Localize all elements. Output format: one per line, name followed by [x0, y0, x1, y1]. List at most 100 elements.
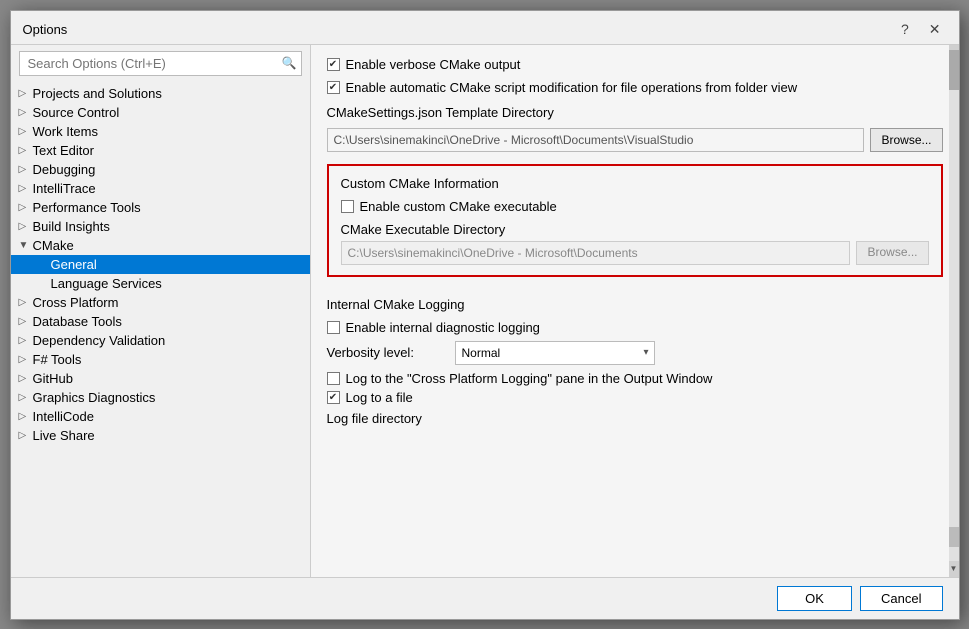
- sidebar-item-label: Dependency Validation: [33, 333, 166, 348]
- enable-logging-label: Enable internal diagnostic logging: [346, 320, 540, 335]
- log-cross-platform-row: Log to the "Cross Platform Logging" pane…: [327, 371, 943, 386]
- verbosity-row: Verbosity level: Normal Verbose Debug: [327, 341, 943, 365]
- sidebar-item-label: Database Tools: [33, 314, 122, 329]
- arrow-icon: ▷: [19, 107, 33, 118]
- exe-dir-browse-button: Browse...: [856, 241, 928, 265]
- content-scrollbar[interactable]: ▲ ▼: [949, 45, 959, 577]
- help-button[interactable]: ?: [895, 19, 915, 39]
- auto-cmake-checkbox[interactable]: [327, 81, 340, 94]
- content-inner: Enable verbose CMake output Enable autom…: [311, 45, 959, 577]
- log-file-label: Log to a file: [346, 390, 413, 405]
- sidebar-item-live-share[interactable]: ▷Live Share: [11, 426, 310, 445]
- content-scrollbar-thumb[interactable]: [949, 50, 959, 90]
- sidebar-item-github[interactable]: ▷GitHub: [11, 369, 310, 388]
- enable-custom-cmake-checkbox[interactable]: [341, 200, 354, 213]
- verbose-cmake-checkbox[interactable]: [327, 58, 340, 71]
- arrow-icon: ▷: [19, 335, 33, 346]
- exe-dir-label: CMake Executable Directory: [341, 222, 929, 237]
- content-panel: Enable verbose CMake output Enable autom…: [311, 45, 959, 577]
- log-dir-label: Log file directory: [327, 411, 422, 426]
- close-button[interactable]: ✕: [923, 19, 947, 40]
- verbosity-select[interactable]: Normal Verbose Debug: [455, 341, 655, 365]
- arrow-icon: ▷: [19, 202, 33, 213]
- ok-button[interactable]: OK: [777, 586, 852, 611]
- logging-title: Internal CMake Logging: [327, 297, 943, 312]
- exe-dir-row: Browse...: [341, 241, 929, 265]
- sidebar-item-cross-platform[interactable]: ▷Cross Platform: [11, 293, 310, 312]
- arrow-icon: ▷: [19, 392, 33, 403]
- arrow-icon: ▷: [19, 145, 33, 156]
- sidebar-item-work-items[interactable]: ▷Work Items: [11, 122, 310, 141]
- sidebar-item-dependency-validation[interactable]: ▷Dependency Validation: [11, 331, 310, 350]
- tree: ▷Projects and Solutions▷Source Control▷W…: [11, 82, 310, 577]
- scroll-down-arrow[interactable]: ▼: [949, 561, 959, 577]
- cancel-button[interactable]: Cancel: [860, 586, 942, 611]
- exe-dir-input: [341, 241, 851, 265]
- verbose-cmake-row: Enable verbose CMake output: [327, 57, 943, 72]
- sidebar-item-database-tools[interactable]: ▷Database Tools: [11, 312, 310, 331]
- sidebar: 🔍 ▷Projects and Solutions▷Source Control…: [11, 45, 311, 577]
- log-cross-platform-checkbox[interactable]: [327, 372, 340, 385]
- verbose-cmake-label: Enable verbose CMake output: [346, 57, 521, 72]
- sidebar-item-debugging[interactable]: ▷Debugging: [11, 160, 310, 179]
- custom-cmake-title: Custom CMake Information: [341, 176, 929, 191]
- sidebar-item-label: Graphics Diagnostics: [33, 390, 156, 405]
- search-box[interactable]: 🔍: [19, 51, 302, 76]
- sidebar-item-label: Text Editor: [33, 143, 94, 158]
- sidebar-item-label: F# Tools: [33, 352, 82, 367]
- cmake-dir-input[interactable]: [327, 128, 865, 152]
- sidebar-item-label: CMake: [33, 238, 74, 253]
- sidebar-item-fsharp-tools[interactable]: ▷F# Tools: [11, 350, 310, 369]
- sidebar-item-cmake-general[interactable]: General: [11, 255, 310, 274]
- sidebar-item-projects[interactable]: ▷Projects and Solutions: [11, 84, 310, 103]
- sidebar-item-performance-tools[interactable]: ▷Performance Tools: [11, 198, 310, 217]
- arrow-icon: ▷: [19, 126, 33, 137]
- enable-custom-cmake-label: Enable custom CMake executable: [360, 199, 557, 214]
- enable-custom-cmake-row: Enable custom CMake executable: [341, 199, 929, 214]
- custom-cmake-section: Custom CMake Information Enable custom C…: [327, 164, 943, 277]
- arrow-icon: ▷: [19, 316, 33, 327]
- cmake-dir-label-row: CMakeSettings.json Template Directory: [327, 105, 943, 120]
- content-scrollbar-thumb-bottom[interactable]: [949, 527, 959, 547]
- cmake-dir-label: CMakeSettings.json Template Directory: [327, 105, 554, 120]
- arrow-icon: ▷: [19, 430, 33, 441]
- sidebar-item-build-insights[interactable]: ▷Build Insights: [11, 217, 310, 236]
- sidebar-item-intellitrace[interactable]: ▷IntelliTrace: [11, 179, 310, 198]
- enable-logging-row: Enable internal diagnostic logging: [327, 320, 943, 335]
- cmake-dir-row: Browse...: [327, 128, 943, 152]
- sidebar-item-label: Cross Platform: [33, 295, 119, 310]
- arrow-icon: ▷: [19, 373, 33, 384]
- arrow-icon: ▷: [19, 297, 33, 308]
- sidebar-item-label: IntelliCode: [33, 409, 94, 424]
- sidebar-item-label: Live Share: [33, 428, 95, 443]
- title-bar-controls: ? ✕: [895, 19, 947, 40]
- verbosity-label: Verbosity level:: [327, 345, 447, 360]
- sidebar-item-label: Build Insights: [33, 219, 110, 234]
- arrow-icon: ▷: [19, 164, 33, 175]
- sidebar-item-intellicode[interactable]: ▷IntelliCode: [11, 407, 310, 426]
- log-file-checkbox[interactable]: [327, 391, 340, 404]
- verbosity-select-wrapper[interactable]: Normal Verbose Debug: [455, 341, 655, 365]
- enable-logging-checkbox[interactable]: [327, 321, 340, 334]
- sidebar-item-label: Work Items: [33, 124, 99, 139]
- search-input[interactable]: [24, 54, 282, 73]
- sidebar-item-label: IntelliTrace: [33, 181, 96, 196]
- arrow-icon: ▷: [19, 354, 33, 365]
- log-file-row: Log to a file: [327, 390, 943, 405]
- sidebar-item-cmake[interactable]: ▼CMake: [11, 236, 310, 255]
- arrow-icon: ▷: [19, 88, 33, 99]
- sidebar-item-label: Source Control: [33, 105, 120, 120]
- auto-cmake-label: Enable automatic CMake script modificati…: [346, 80, 798, 95]
- dialog-title: Options: [23, 22, 68, 37]
- options-dialog: Options ? ✕ 🔍 ▷Projects and Solutions▷So…: [10, 10, 960, 620]
- dialog-footer: OK Cancel: [11, 577, 959, 619]
- sidebar-item-cmake-language[interactable]: Language Services: [11, 274, 310, 293]
- arrow-icon: ▷: [19, 221, 33, 232]
- sidebar-item-graphics-diagnostics[interactable]: ▷Graphics Diagnostics: [11, 388, 310, 407]
- sidebar-item-text-editor[interactable]: ▷Text Editor: [11, 141, 310, 160]
- cmake-dir-browse-button[interactable]: Browse...: [870, 128, 942, 152]
- sidebar-item-source-control[interactable]: ▷Source Control: [11, 103, 310, 122]
- sidebar-item-label: Performance Tools: [33, 200, 141, 215]
- arrow-icon: ▷: [19, 183, 33, 194]
- log-dir-label-row: Log file directory: [327, 411, 943, 426]
